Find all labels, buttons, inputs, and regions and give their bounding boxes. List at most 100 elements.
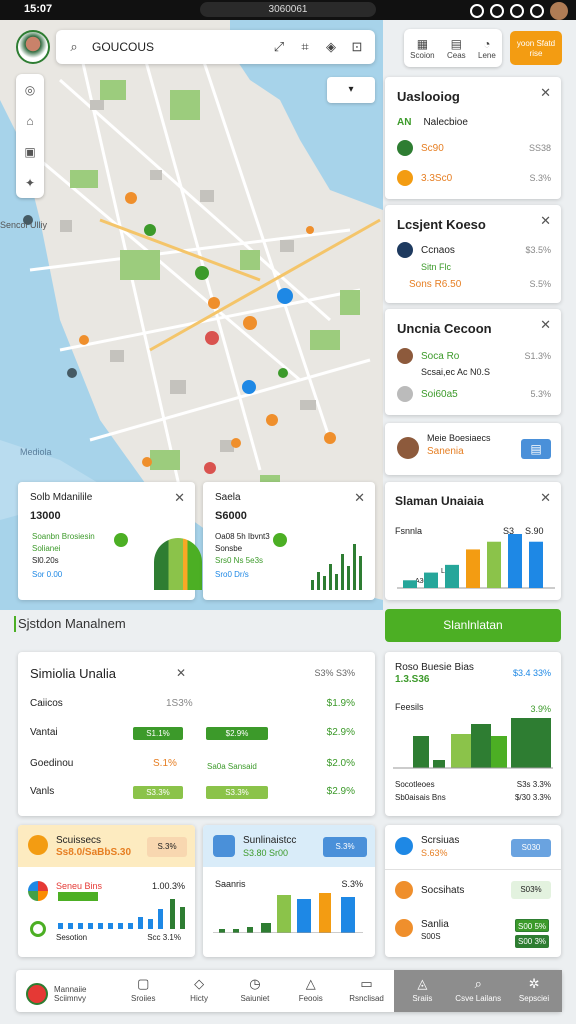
nav-item-stories[interactable]: ▢ Sroiies [115,970,171,1012]
nav-item-summary[interactable]: ◷ Saiuniet [227,970,283,1012]
nav-item-settings[interactable]: ✲ Sepsciei [506,970,562,1012]
tag-icon: ◔ [483,36,491,51]
alert-icon [395,919,413,937]
green-bars [393,718,553,769]
search-bar[interactable]: ⌕ GOUCOUS ⤢ ⌗ ◈ ⊡ [56,30,375,64]
nav-item-search[interactable]: ⌕ Csve Lailans [450,970,507,1012]
close-icon[interactable]: ✕ [540,85,551,101]
box-icon: ▢ [137,976,150,991]
search-input[interactable]: GOUCOUS [92,40,261,54]
bell-icon: △ [305,976,316,991]
tool-lene[interactable]: ◔ Lene [478,37,496,60]
bar-5 [508,534,522,588]
location-icon [397,386,413,402]
compass-icon[interactable]: ◎ [25,83,35,97]
panel-uaslooiog: Uaslooiog ✕ AN Nalecbioe Sc90 SS38 3.3Sc0 S… [385,77,561,199]
panel-uncnia: Uncnia Cecoon ✕ Soca Ro S1.3% Scsai,ec Ac… [385,309,561,415]
mixed-bars [213,893,363,933]
profile-icon [397,437,419,459]
bar-1 [424,572,438,588]
pie-icon [28,881,48,901]
bar-2 [445,564,459,588]
bar-4 [487,541,501,588]
panel-title: Uaslooiog [397,89,460,104]
map-label-left: Sencoi Ulliy [0,220,48,230]
layers-icon[interactable]: ◈ [323,39,339,55]
teal-bars [58,899,185,929]
bookmark-icon[interactable]: ⌗ [297,39,313,55]
gauge-chart [154,538,202,590]
map-label-water: Mediola [20,447,52,457]
row-text: Nalecbioe [423,116,468,128]
spark-bars [311,544,362,590]
tag-icon: ◇ [194,976,205,991]
nav-item-feeds[interactable]: △ Feoois [283,970,339,1012]
home-icon [26,983,48,1005]
bar-3 [466,549,480,588]
nav-item-reports[interactable]: ▭ Rsnclisad [339,970,395,1012]
section-title: Sjstdon Manalnem [14,616,126,632]
avatar-icon [397,348,413,364]
close-icon[interactable]: ✕ [540,213,551,229]
tool-scoion[interactable]: ▦ Scoion [410,37,434,60]
search-icon: ⌕ [70,39,78,54]
panel-lcsjent: Lcsjent Koeso ✕ Ccnaos $3.5% Sitn Flc Son… [385,205,561,303]
pin-icon[interactable]: ⌂ [26,114,33,128]
alarm-icon [470,4,484,18]
layer-icon[interactable]: ▣ [24,145,35,159]
panel-sanenia[interactable]: Meie Boesiaecs Sanenia ▤ [385,423,561,475]
star-icon [397,170,413,186]
bottom-card-3: Scrsiuas S.63% S030 Socsihats S03% Sanli… [385,825,561,957]
share-icon[interactable]: ⊡ [349,39,365,55]
nav-item-history[interactable]: ◇ Hicty [171,970,227,1012]
status-bar: 15:07 3060061 [0,0,576,20]
user-icon [397,242,413,258]
sun-icon [28,835,48,855]
time-icon: ◷ [249,976,261,991]
pin-icon [273,533,287,547]
table-row[interactable]: Vanls S3.3% S3.3% $2.9% [30,786,363,800]
pin-icon [114,533,128,547]
status-avatar[interactable] [550,2,568,20]
section-button[interactable]: Slanlnlatan [385,609,561,642]
close-icon[interactable]: ✕ [354,490,365,506]
gear-icon: ✲ [528,976,540,991]
locate-icon[interactable]: ✦ [25,176,35,190]
nav-item-alerts[interactable]: ◬ Sraiis [394,970,451,1012]
report-icon: ▭ [360,976,373,991]
calendar-icon: ▦ [416,36,429,51]
table-row[interactable]: Goedinou S.1% Sa0a Sansaid $2.0% [30,758,363,772]
bar-chart [397,534,555,589]
close-icon[interactable]: ✕ [174,490,185,506]
table-row[interactable]: Vantai S1.1% $2.9% $2.9% [30,727,363,741]
map-dropdown[interactable]: ▾ [327,77,375,103]
bottom-nav: Mannaiie Sciimnvy ▢ Sroiies ◇ Hicty ◷ Saiun… [16,970,562,1012]
table-row[interactable]: Caiicos 1S3% $1.9% [30,698,363,712]
primary-action-button[interactable]: yoon Sfatd rise [510,31,562,65]
search-icon: ⌕ [474,976,482,991]
expand-icon[interactable]: ⤢ [271,39,287,55]
status-center: 3060061 [200,2,376,17]
mini-card-1: Solb Mdanilile ✕ 13000 Soanbn Brosiesin … [18,482,202,600]
bar-0 [403,580,417,588]
tool-ceas[interactable]: ▤ Ceas [447,37,466,60]
chart-card: Slaman Unaiaia ✕ Fsnnla S3 S.90 A30 L5 [385,482,561,600]
nav-item-home[interactable]: Mannaiie Sciimnvy [16,970,115,1012]
close-icon[interactable]: ✕ [176,666,186,680]
close-icon[interactable]: ✕ [540,317,551,333]
clock: 15:07 [24,3,53,15]
leaf-icon [397,140,413,156]
table-card: Simiolia Unalia ✕ S3% S3% Caiicos 1S3% $… [18,652,375,816]
globe-icon [395,837,413,855]
row-prefix: AN [397,116,412,128]
bar-card-2: Roso Buesie Bias 1.3.S36 $3.4 33% Feesil… [385,652,561,816]
mini-card-2: Saela ✕ S6000 Oa08 5h Ibvnt3 Sonsbe Srs0… [203,482,375,600]
clock-icon [395,881,413,899]
document-icon: ▤ [450,36,462,51]
battery-icon [530,4,544,18]
status-icons [470,2,568,20]
user-avatar[interactable] [16,30,50,64]
bottom-card-1: Scuissecs Ss8.0/SaBbS.30 S.3% Seneu Bins… [18,825,195,957]
message-button[interactable]: ▤ [521,439,551,459]
bottom-card-2: Sunlinaistcc S3.80 Sr00 S.3% Saanris S.3… [203,825,375,957]
